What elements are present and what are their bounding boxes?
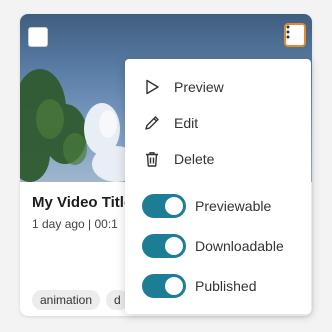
tag[interactable]: animation <box>32 290 101 310</box>
toggle-label: Downloadable <box>195 238 284 254</box>
preview-menu-item[interactable]: Preview <box>125 69 311 105</box>
menu-item-label: Preview <box>174 79 224 95</box>
tag-list: animation d <box>32 290 129 310</box>
toggle-label: Previewable <box>195 198 272 214</box>
select-checkbox[interactable] <box>28 27 48 47</box>
trash-icon <box>146 152 158 167</box>
play-icon <box>146 79 159 95</box>
edit-menu-item[interactable]: Edit <box>125 105 311 141</box>
context-menu: Preview Edit Delete Previewable Download… <box>125 59 311 314</box>
menu-item-label: Edit <box>174 115 199 131</box>
more-options-button[interactable] <box>284 23 306 47</box>
delete-menu-item[interactable]: Delete <box>125 141 311 177</box>
pencil-icon <box>145 116 159 130</box>
menu-item-label: Delete <box>174 151 215 167</box>
kebab-icon <box>286 25 290 39</box>
previewable-toggle-row: Previewable <box>125 191 311 221</box>
published-toggle[interactable] <box>142 274 186 298</box>
downloadable-toggle[interactable] <box>142 234 186 258</box>
toggle-label: Published <box>195 278 257 294</box>
downloadable-toggle-row: Downloadable <box>125 231 311 261</box>
previewable-toggle[interactable] <box>142 194 186 218</box>
published-toggle-row: Published <box>125 271 311 301</box>
